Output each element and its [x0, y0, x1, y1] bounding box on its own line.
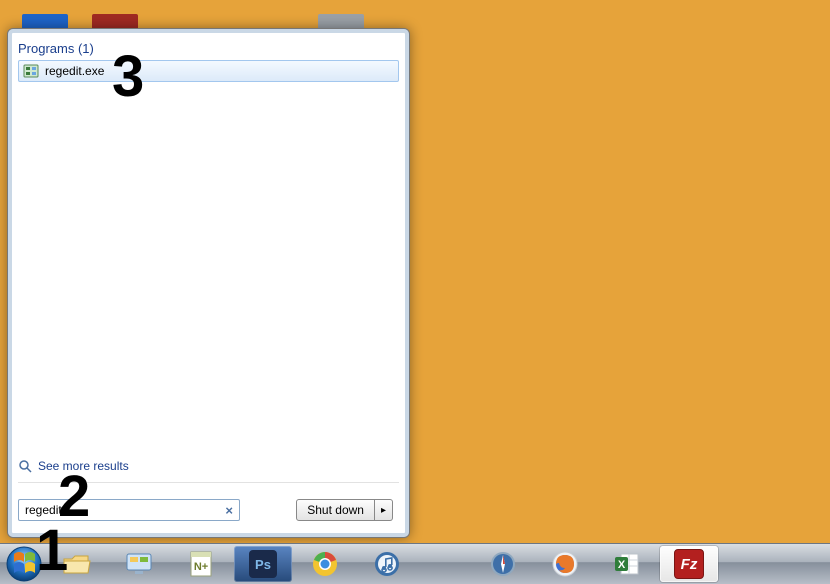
- safari-icon: [487, 548, 519, 580]
- annotation-2: 2: [58, 468, 90, 526]
- firefox-icon: [549, 548, 581, 580]
- search-icon: [18, 459, 32, 473]
- taskbar-item-filezilla[interactable]: Fz: [660, 546, 718, 582]
- search-result-label: regedit.exe: [45, 64, 104, 78]
- svg-text:X: X: [618, 559, 626, 571]
- taskbar-item-itunes[interactable]: [358, 546, 416, 582]
- taskbar: N+ Ps: [0, 543, 830, 584]
- taskbar-item-notepadpp[interactable]: N+: [172, 546, 230, 582]
- taskbar-item-firefox[interactable]: [536, 546, 594, 582]
- taskbar-item-photoshop[interactable]: Ps: [234, 546, 292, 582]
- itunes-icon: [371, 548, 403, 580]
- annotation-3: 3: [112, 48, 144, 106]
- clear-search-button[interactable]: ×: [223, 503, 235, 518]
- taskbar-item-safari[interactable]: [474, 546, 532, 582]
- programs-section-header: Programs (1): [14, 35, 403, 60]
- notepadpp-icon: N+: [185, 548, 217, 580]
- search-result-regedit[interactable]: regedit.exe: [18, 60, 399, 82]
- shutdown-button[interactable]: Shut down: [296, 499, 375, 521]
- svg-text:N+: N+: [194, 561, 208, 573]
- annotation-1: 1: [36, 522, 68, 580]
- desktop-icon-hint: [318, 14, 364, 28]
- photoshop-icon: Ps: [247, 548, 279, 580]
- taskbar-item-chrome[interactable]: [296, 546, 354, 582]
- regedit-icon: [23, 63, 39, 79]
- taskbar-item-excel[interactable]: X: [598, 546, 656, 582]
- desktop-icon-hint: [92, 14, 138, 28]
- start-search-input[interactable]: [23, 502, 223, 518]
- shutdown-menu-arrow[interactable]: ▸: [375, 499, 393, 521]
- start-menu-panel: Programs (1) regedit.exe See m: [7, 28, 410, 538]
- filezilla-icon: Fz: [673, 548, 705, 580]
- monitor-icon: [123, 548, 155, 580]
- chrome-icon: [309, 548, 341, 580]
- taskbar-item-app-a[interactable]: [110, 546, 168, 582]
- desktop-icon-hint: [22, 14, 68, 28]
- excel-icon: X: [611, 548, 643, 580]
- shutdown-split-button: Shut down ▸: [296, 499, 393, 521]
